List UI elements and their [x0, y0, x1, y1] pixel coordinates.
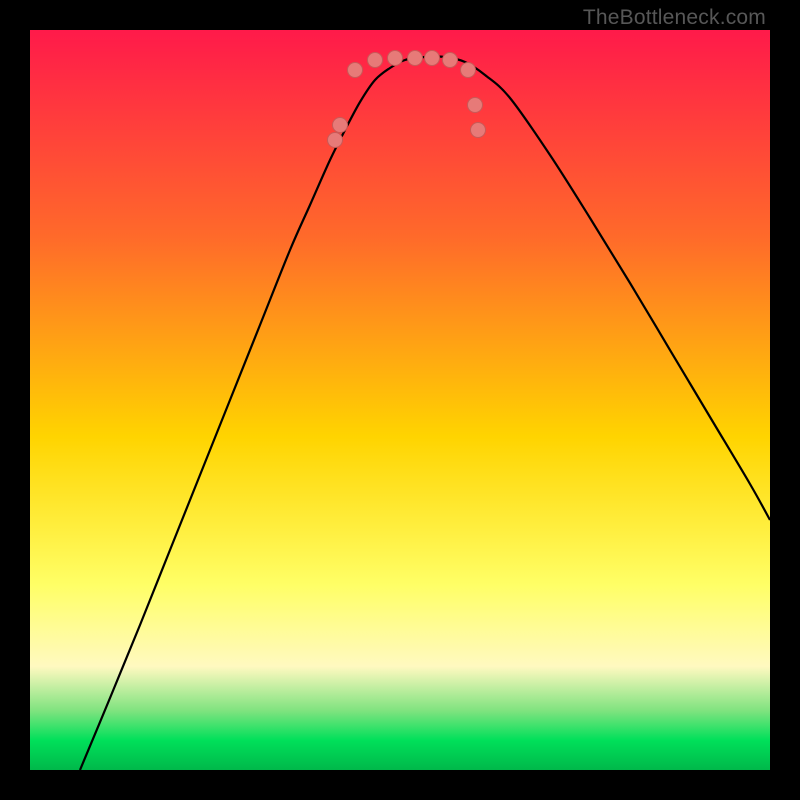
gradient-rect — [30, 30, 770, 770]
plot-area — [30, 30, 770, 770]
chart-frame: TheBottleneck.com — [0, 0, 800, 800]
gradient-background — [30, 30, 770, 770]
watermark-text: TheBottleneck.com — [583, 6, 766, 30]
